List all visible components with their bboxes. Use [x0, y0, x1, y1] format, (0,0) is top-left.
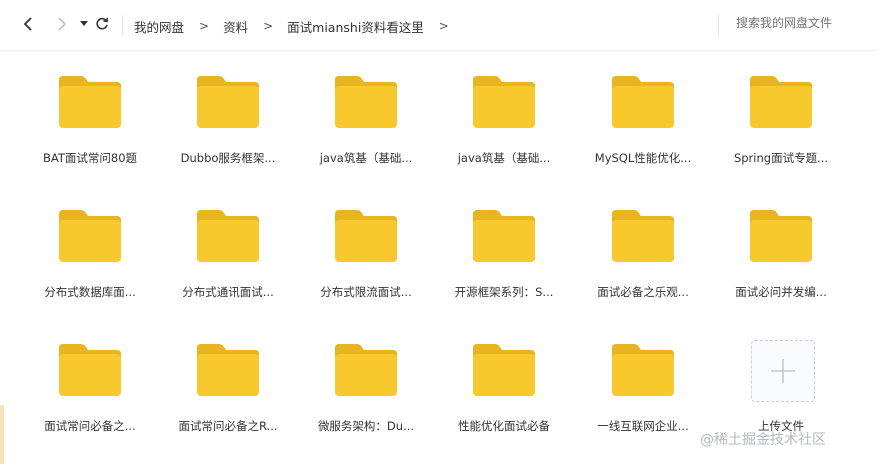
- plus-icon: [771, 359, 795, 383]
- upload-file-button[interactable]: 上传文件: [719, 318, 849, 433]
- folder-name: 分布式限流面试...: [320, 285, 412, 299]
- folder-item[interactable]: java筑基（基础...: [442, 50, 572, 165]
- folder-icon: [335, 344, 397, 396]
- folder-name: Spring面试专题...: [733, 151, 829, 165]
- folder-name: java筑基（基础...: [457, 151, 551, 165]
- folder-name: 开源框架系列：S...: [454, 285, 554, 299]
- folder-item[interactable]: 面试必备之乐观...: [581, 184, 711, 299]
- folder-icon: [473, 210, 535, 262]
- folder-item[interactable]: 分布式通讯面试...: [166, 184, 296, 299]
- folder-name: MySQL性能优化...: [594, 151, 692, 165]
- folder-icon: [335, 210, 397, 262]
- folder-name: 面试必问并发编...: [735, 285, 827, 299]
- breadcrumb-item[interactable]: 资料: [223, 17, 248, 36]
- arrow-right-icon: [58, 17, 67, 31]
- folder-name: 分布式通讯面试...: [182, 285, 274, 299]
- chevron-right-icon[interactable]: >: [439, 19, 449, 33]
- arrow-left-icon: [23, 17, 32, 31]
- folder-item[interactable]: 分布式数据库面...: [28, 184, 158, 299]
- folder-icon: [612, 210, 674, 262]
- folder-item[interactable]: 性能优化面试必备: [442, 318, 572, 433]
- folder-item[interactable]: Spring面试专题...: [719, 50, 849, 165]
- forward-button[interactable]: [50, 12, 74, 36]
- refresh-icon: [96, 17, 109, 30]
- folder-icon: [750, 76, 812, 128]
- folder-name: 性能优化面试必备: [458, 419, 550, 433]
- folder-name: 面试常问必备之...: [44, 419, 136, 433]
- folder-item[interactable]: 面试常问必备之...: [28, 318, 158, 433]
- folder-name: 微服务架构：Du...: [317, 419, 415, 433]
- breadcrumb: 我的网盘 > 资料 > 面试mianshi资料看这里 >: [134, 16, 463, 36]
- folder-name: 面试必备之乐观...: [597, 285, 689, 299]
- folder-icon: [59, 210, 121, 262]
- chevron-right-icon: >: [199, 19, 210, 33]
- refresh-button[interactable]: [90, 12, 114, 36]
- file-grid: BAT面试常问80题 Dubbo服务框架... java筑基（基础... java筑基…: [0, 50, 877, 464]
- folder-icon: [750, 210, 812, 262]
- folder-item[interactable]: java筑基（基础...: [304, 50, 434, 165]
- folder-icon: [612, 344, 674, 396]
- folder-name: 一线互联网企业...: [597, 419, 689, 433]
- chevron-right-icon: >: [263, 19, 274, 33]
- folder-name: Dubbo服务框架...: [180, 151, 276, 165]
- folder-icon: [473, 76, 535, 128]
- search-divider: [718, 15, 719, 35]
- folder-icon: [197, 76, 259, 128]
- search-input[interactable]: [736, 16, 866, 30]
- left-edge-strip: [0, 405, 4, 464]
- folder-icon: [473, 344, 535, 396]
- caret-down-icon: [80, 21, 88, 26]
- folder-name: 分布式数据库面...: [44, 285, 136, 299]
- folder-item[interactable]: 面试常问必备之R...: [166, 318, 296, 433]
- folder-item[interactable]: MySQL性能优化...: [581, 50, 711, 165]
- folder-item[interactable]: 面试必问并发编...: [719, 184, 849, 299]
- upload-dropzone[interactable]: [751, 340, 815, 402]
- folder-icon: [197, 210, 259, 262]
- folder-icon: [197, 344, 259, 396]
- folder-icon: [335, 76, 397, 128]
- folder-icon: [612, 76, 674, 128]
- folder-item[interactable]: 一线互联网企业...: [581, 318, 711, 433]
- folder-item[interactable]: 分布式限流面试...: [304, 184, 434, 299]
- back-button[interactable]: [16, 12, 40, 36]
- folder-item[interactable]: BAT面试常问80题: [28, 50, 158, 165]
- folder-name: 面试常问必备之R...: [178, 419, 278, 433]
- folder-icon: [59, 344, 121, 396]
- toolbar: 我的网盘 > 资料 > 面试mianshi资料看这里 >: [0, 0, 877, 51]
- folder-icon: [59, 76, 121, 128]
- folder-item[interactable]: Dubbo服务框架...: [166, 50, 296, 165]
- toolbar-divider: [122, 15, 123, 35]
- folder-item[interactable]: 开源框架系列：S...: [442, 184, 572, 299]
- breadcrumb-item[interactable]: 面试mianshi资料看这里: [287, 17, 424, 36]
- watermark: @稀土掘金技术社区: [700, 432, 826, 448]
- folder-name: BAT面试常问80题: [42, 151, 138, 165]
- folder-item[interactable]: 微服务架构：Du...: [304, 318, 434, 433]
- breadcrumb-item[interactable]: 我的网盘: [134, 17, 184, 36]
- folder-name: java筑基（基础...: [319, 151, 413, 165]
